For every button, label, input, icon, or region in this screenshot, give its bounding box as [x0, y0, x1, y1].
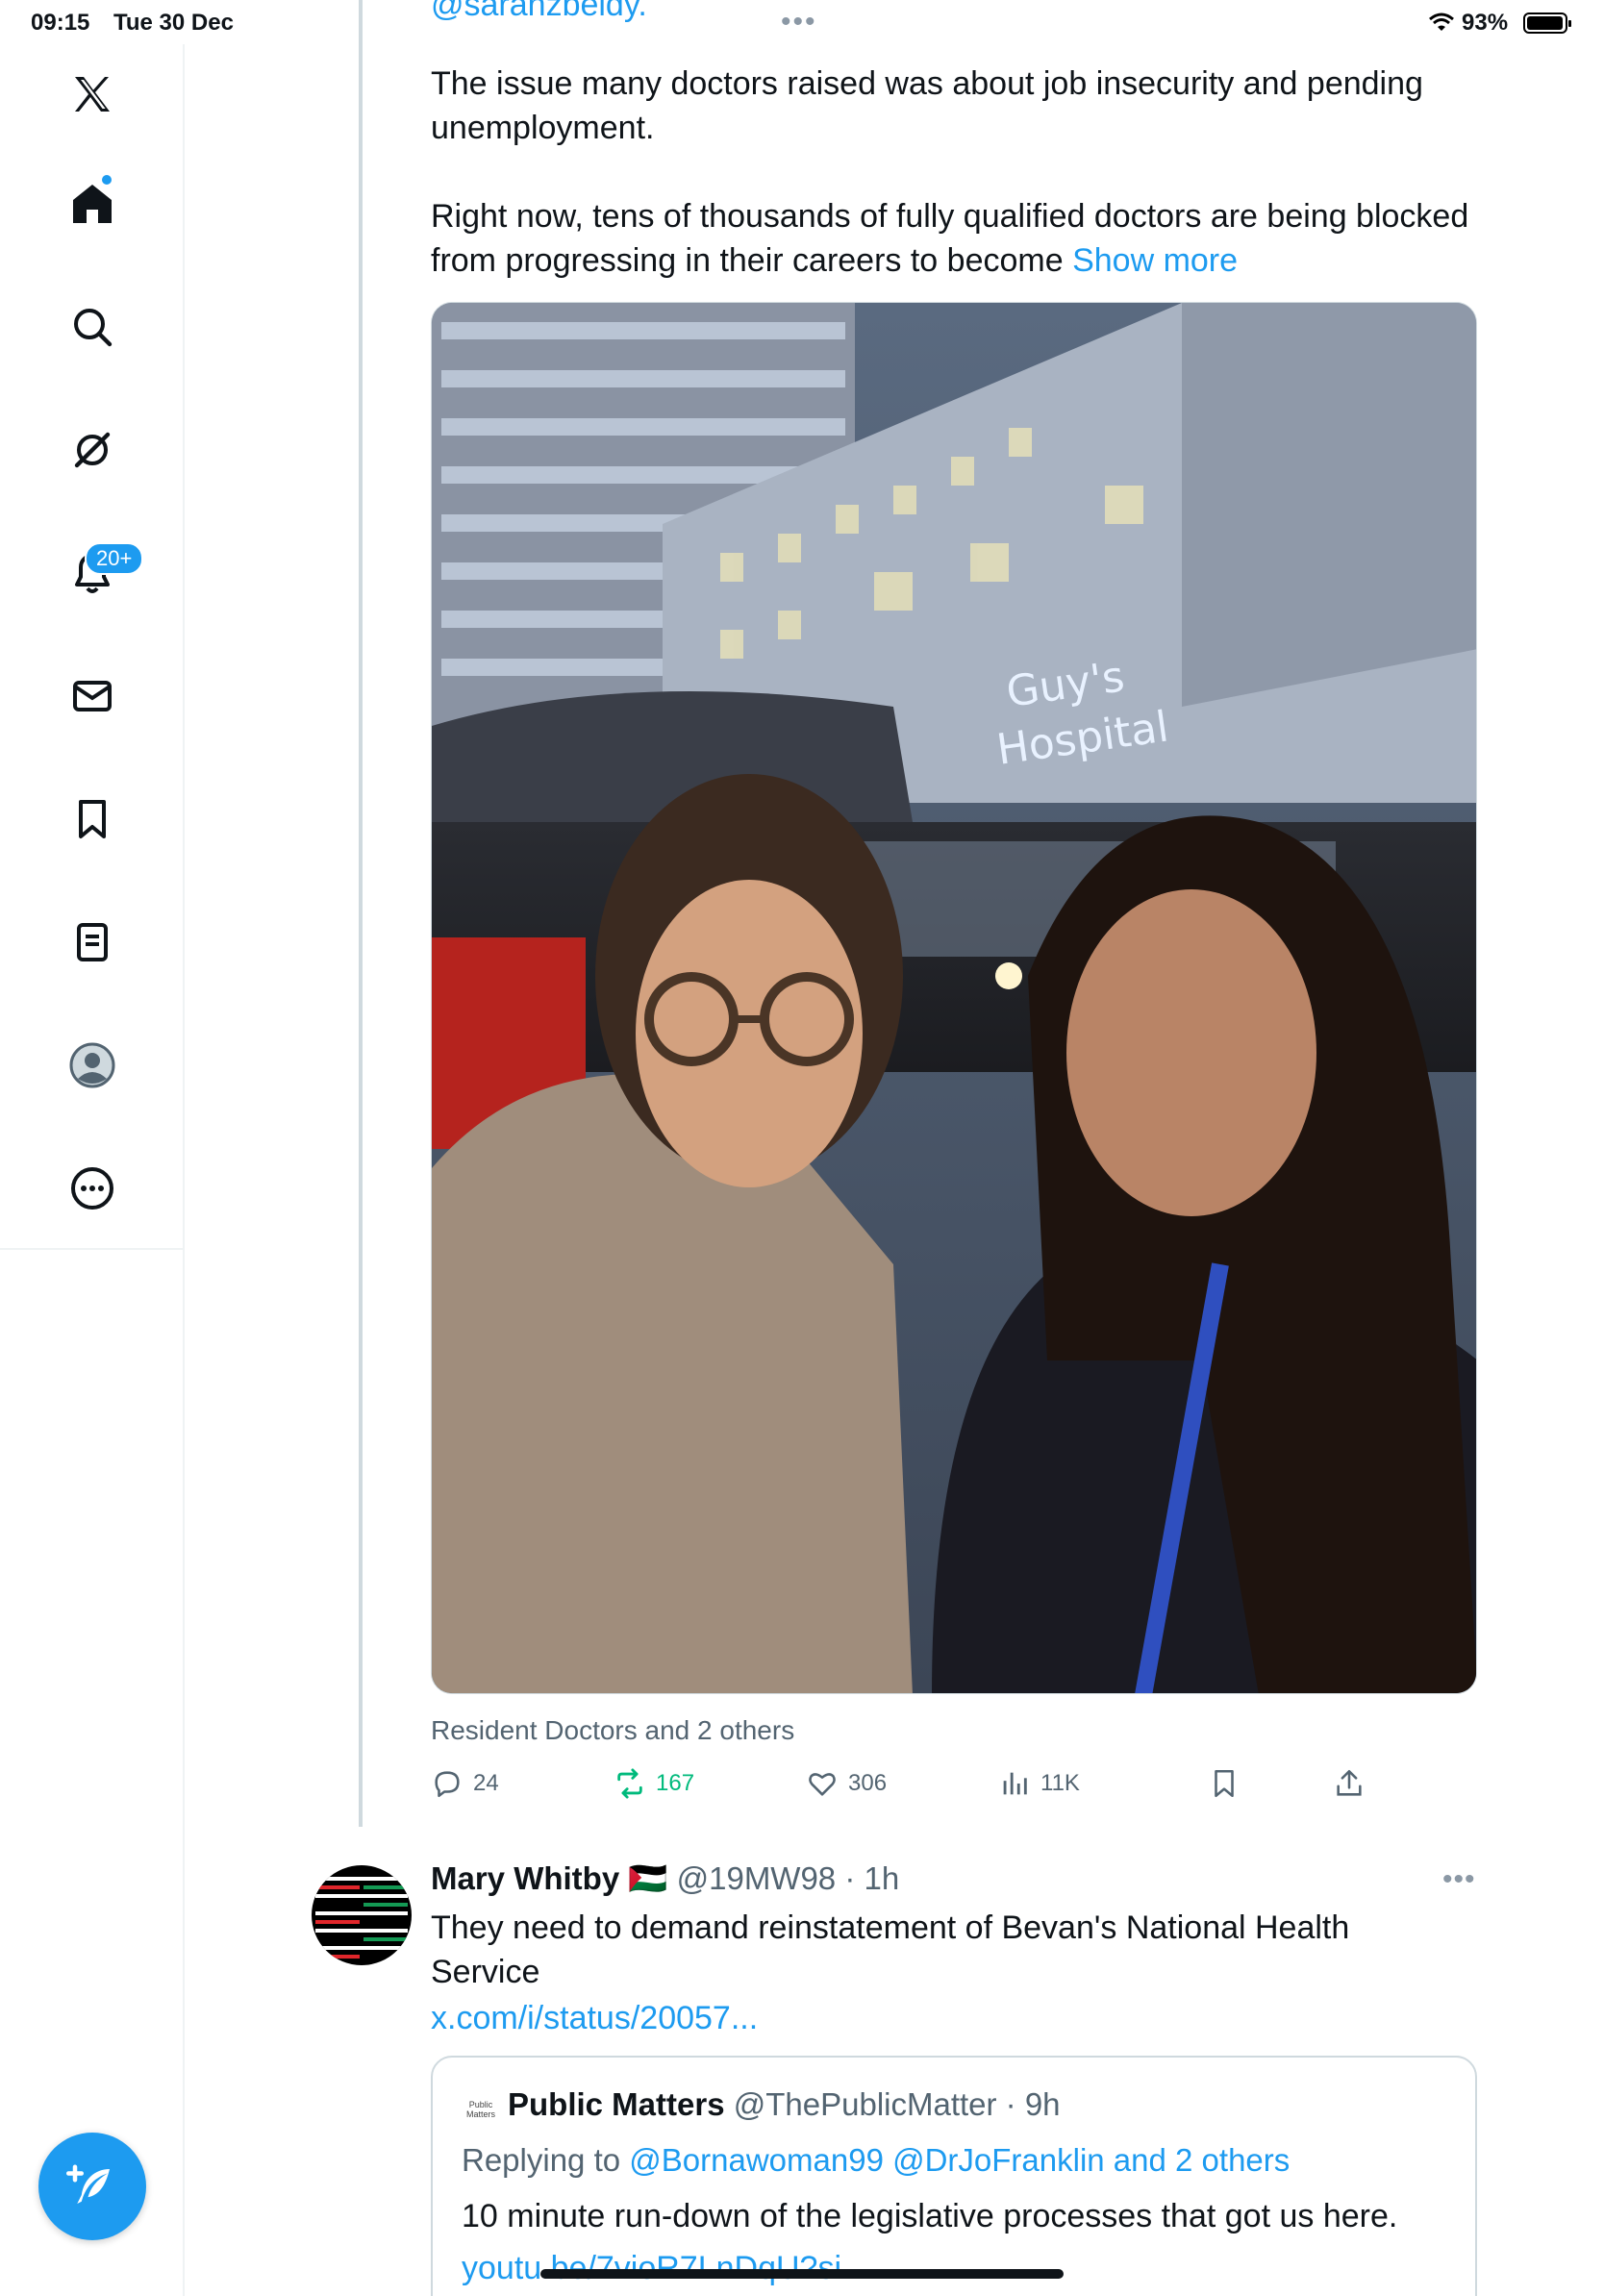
x-logo-icon[interactable] — [54, 56, 131, 133]
like-action[interactable]: 306 — [806, 1767, 887, 1800]
tweet-paragraph-2-text: Right now, tens of thousands of fully qu… — [431, 198, 1469, 279]
reply-count: 24 — [473, 1770, 499, 1796]
views-chart-icon — [1003, 1772, 1027, 1795]
heart-icon — [809, 1773, 836, 1796]
tweet-paragraph-1: The issue many doctors raised was about … — [431, 65, 1423, 146]
views-count: 11K — [1040, 1770, 1080, 1796]
home-icon[interactable] — [54, 165, 131, 242]
reply-header: Mary Whitby 🇵🇸 @19MW98 · 1h — [431, 1858, 899, 1900]
more-icon[interactable] — [54, 1150, 131, 1227]
reply-icon — [435, 1771, 460, 1798]
home-unread-dot — [100, 173, 113, 187]
profile-icon[interactable] — [54, 1027, 131, 1104]
sidebar-divider — [183, 1250, 185, 2296]
quote-text: 10 minute run-down of the legislative pr… — [462, 2198, 1398, 2234]
status-date: Tue 30 Dec — [113, 10, 234, 36]
reply-link[interactable]: x.com/i/status/20057... — [431, 1996, 758, 2040]
show-more-link[interactable]: Show more — [1072, 242, 1238, 279]
bookmark-icon — [1215, 1769, 1234, 1798]
reply-text: They need to demand reinstatement of Bev… — [431, 1909, 1350, 1990]
reply-author-name[interactable]: Mary Whitby 🇵🇸 — [431, 1860, 667, 1896]
quote-handle-time: @ThePublicMatter · 9h — [733, 2086, 1061, 2122]
reply-action[interactable]: 24 — [431, 1767, 499, 1800]
tweet-paragraph-2: Right now, tens of thousands of fully qu… — [431, 194, 1469, 283]
reply-more-icon[interactable]: ••• — [1442, 1863, 1476, 1896]
tweet-photo[interactable]: Guy's Hospital — [431, 302, 1477, 1694]
search-icon[interactable] — [54, 288, 131, 365]
repost-icon — [617, 1768, 642, 1799]
bookmark-action[interactable] — [1208, 1767, 1241, 1800]
quote-author-name: Public Matters — [508, 2086, 725, 2122]
compose-feather-icon — [66, 2164, 110, 2204]
quote-link[interactable]: youtu.be/7vioR7LnDqU?si... — [462, 2246, 868, 2290]
status-time: 09:15 — [31, 10, 90, 36]
quote-header: Public Matters @ThePublicMatter · 9h — [508, 2083, 1061, 2127]
reply-avatar[interactable] — [312, 1865, 412, 1965]
social-context[interactable]: Resident Doctors and 2 others — [431, 1715, 794, 1746]
notifications-badge: 20+ — [85, 542, 144, 575]
repost-action[interactable]: 167 — [614, 1767, 694, 1800]
thread-connector-line — [359, 0, 363, 1827]
messages-icon[interactable] — [54, 658, 131, 735]
sidebar — [0, 44, 185, 1250]
compose-button[interactable] — [38, 2133, 146, 2240]
quoted-tweet[interactable]: Public Matters Public Matters @ThePublic… — [431, 2056, 1477, 2296]
home-indicator[interactable] — [540, 2269, 1064, 2279]
mention-link[interactable]: @sarahzbeidy. — [431, 0, 1469, 27]
views-action[interactable]: 11K — [998, 1767, 1080, 1800]
gaza-avatar-image — [312, 1865, 412, 1965]
bookmarks-icon[interactable] — [54, 781, 131, 858]
hospital-selfie-photo: Guy's Hospital — [432, 303, 1476, 1693]
share-icon — [1337, 1769, 1362, 1796]
quote-replying-mentions[interactable]: @Bornawoman99 @DrJoFranklin and 2 others — [629, 2142, 1290, 2178]
lists-icon[interactable] — [54, 904, 131, 981]
share-action[interactable] — [1333, 1767, 1366, 1800]
repost-count: 167 — [656, 1770, 695, 1796]
tweet-actions: 24 167 306 11K — [431, 1767, 1392, 1809]
reply-handle-time[interactable]: @19MW98 · 1h — [677, 1860, 900, 1896]
quote-replying-to: Replying to @Bornawoman99 @DrJoFranklin … — [462, 2138, 1290, 2183]
like-count: 306 — [848, 1770, 888, 1796]
grok-icon[interactable] — [54, 412, 131, 488]
quote-avatar: Public Matters — [462, 2092, 500, 2131]
quote-replying-prefix: Replying to — [462, 2142, 621, 2178]
battery-icon — [1523, 12, 1571, 34]
